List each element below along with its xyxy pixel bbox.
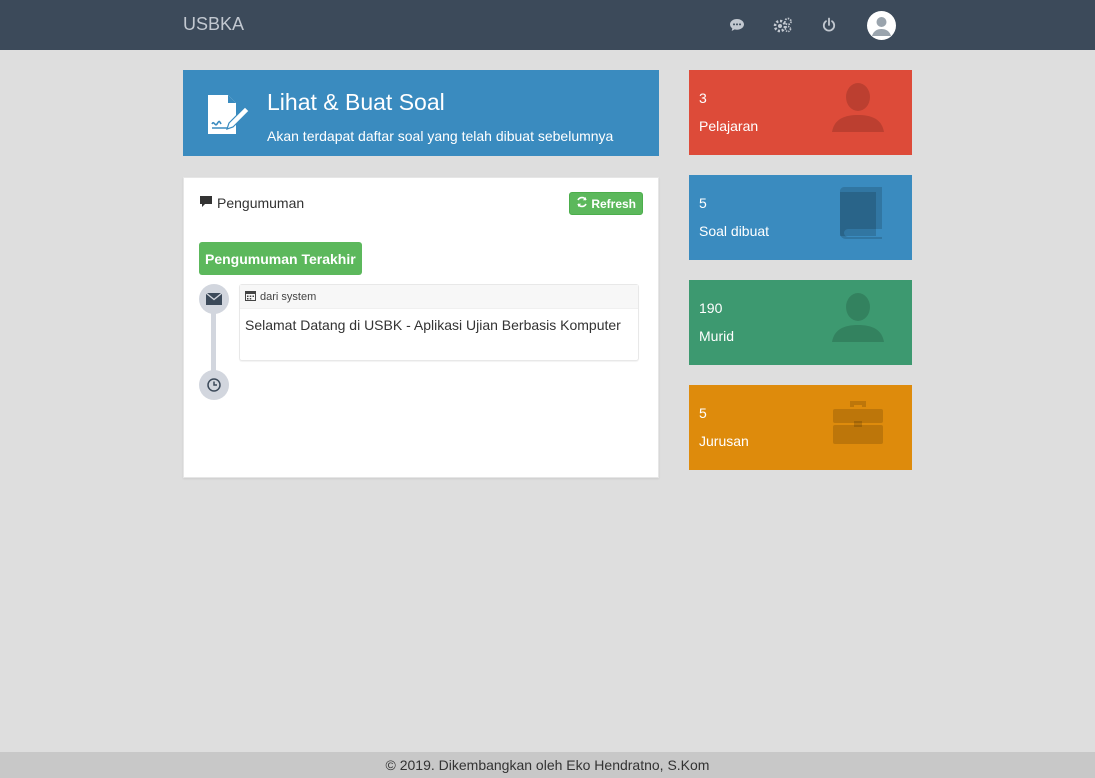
stat-label: Soal dibuat — [699, 223, 770, 239]
calendar-icon — [245, 290, 256, 304]
stat-card-murid[interactable]: 190 Murid — [689, 280, 912, 365]
stat-card-soal-dibuat[interactable]: 5 Soal dibuat — [689, 175, 912, 260]
envelope-icon — [199, 284, 229, 314]
stat-label: Pelajaran — [699, 118, 759, 134]
user-icon — [832, 82, 884, 137]
power-icon[interactable] — [819, 15, 839, 35]
user-avatar[interactable] — [867, 11, 896, 40]
timeline-item-header: dari system — [240, 285, 638, 309]
stat-label: Murid — [699, 328, 735, 344]
banner-subtitle: Akan terdapat daftar soal yang telah dib… — [267, 128, 614, 144]
create-questions-banner[interactable]: Lihat & Buat Soal Akan terdapat daftar s… — [183, 70, 659, 156]
stat-label: Jurusan — [699, 433, 749, 449]
announcement-panel: Pengumuman Refresh Pengumuman Terakhir d… — [183, 177, 659, 478]
stat-value: 5 — [699, 195, 707, 211]
stat-value: 3 — [699, 90, 707, 106]
timeline-label: Pengumuman Terakhir — [199, 242, 362, 275]
timeline-item-message: Selamat Datang di USBK - Aplikasi Ujian … — [245, 317, 621, 333]
stat-card-jurusan[interactable]: 5 Jurusan — [689, 385, 912, 470]
top-navbar: USBKA — [0, 0, 1095, 50]
edit-document-icon — [205, 94, 253, 141]
stat-card-pelajaran[interactable]: 3 Pelajaran — [689, 70, 912, 155]
refresh-label: Refresh — [591, 196, 636, 211]
banner-title: Lihat & Buat Soal — [267, 89, 445, 115]
briefcase-icon — [832, 397, 884, 450]
footer-text: © 2019. Dikembangkan oleh Eko Hendratno,… — [385, 757, 710, 773]
refresh-icon — [576, 196, 588, 211]
stat-value: 5 — [699, 405, 707, 421]
stat-value: 190 — [699, 300, 723, 316]
timeline-item-source: dari system — [260, 290, 317, 303]
gears-icon[interactable] — [773, 15, 793, 35]
comment-icon — [199, 195, 213, 211]
clock-icon — [199, 370, 229, 400]
panel-title: Pengumuman — [217, 195, 305, 211]
brand-logo[interactable]: USBKA — [183, 14, 244, 35]
panel-header: Pengumuman — [199, 195, 304, 211]
book-icon — [836, 187, 884, 244]
timeline-item: dari system Selamat Datang di USBK - Apl… — [239, 284, 639, 361]
chat-icon[interactable] — [727, 15, 747, 35]
footer: © 2019. Dikembangkan oleh Eko Hendratno,… — [0, 752, 1095, 778]
refresh-button[interactable]: Refresh — [569, 192, 643, 215]
user-icon — [832, 292, 884, 347]
